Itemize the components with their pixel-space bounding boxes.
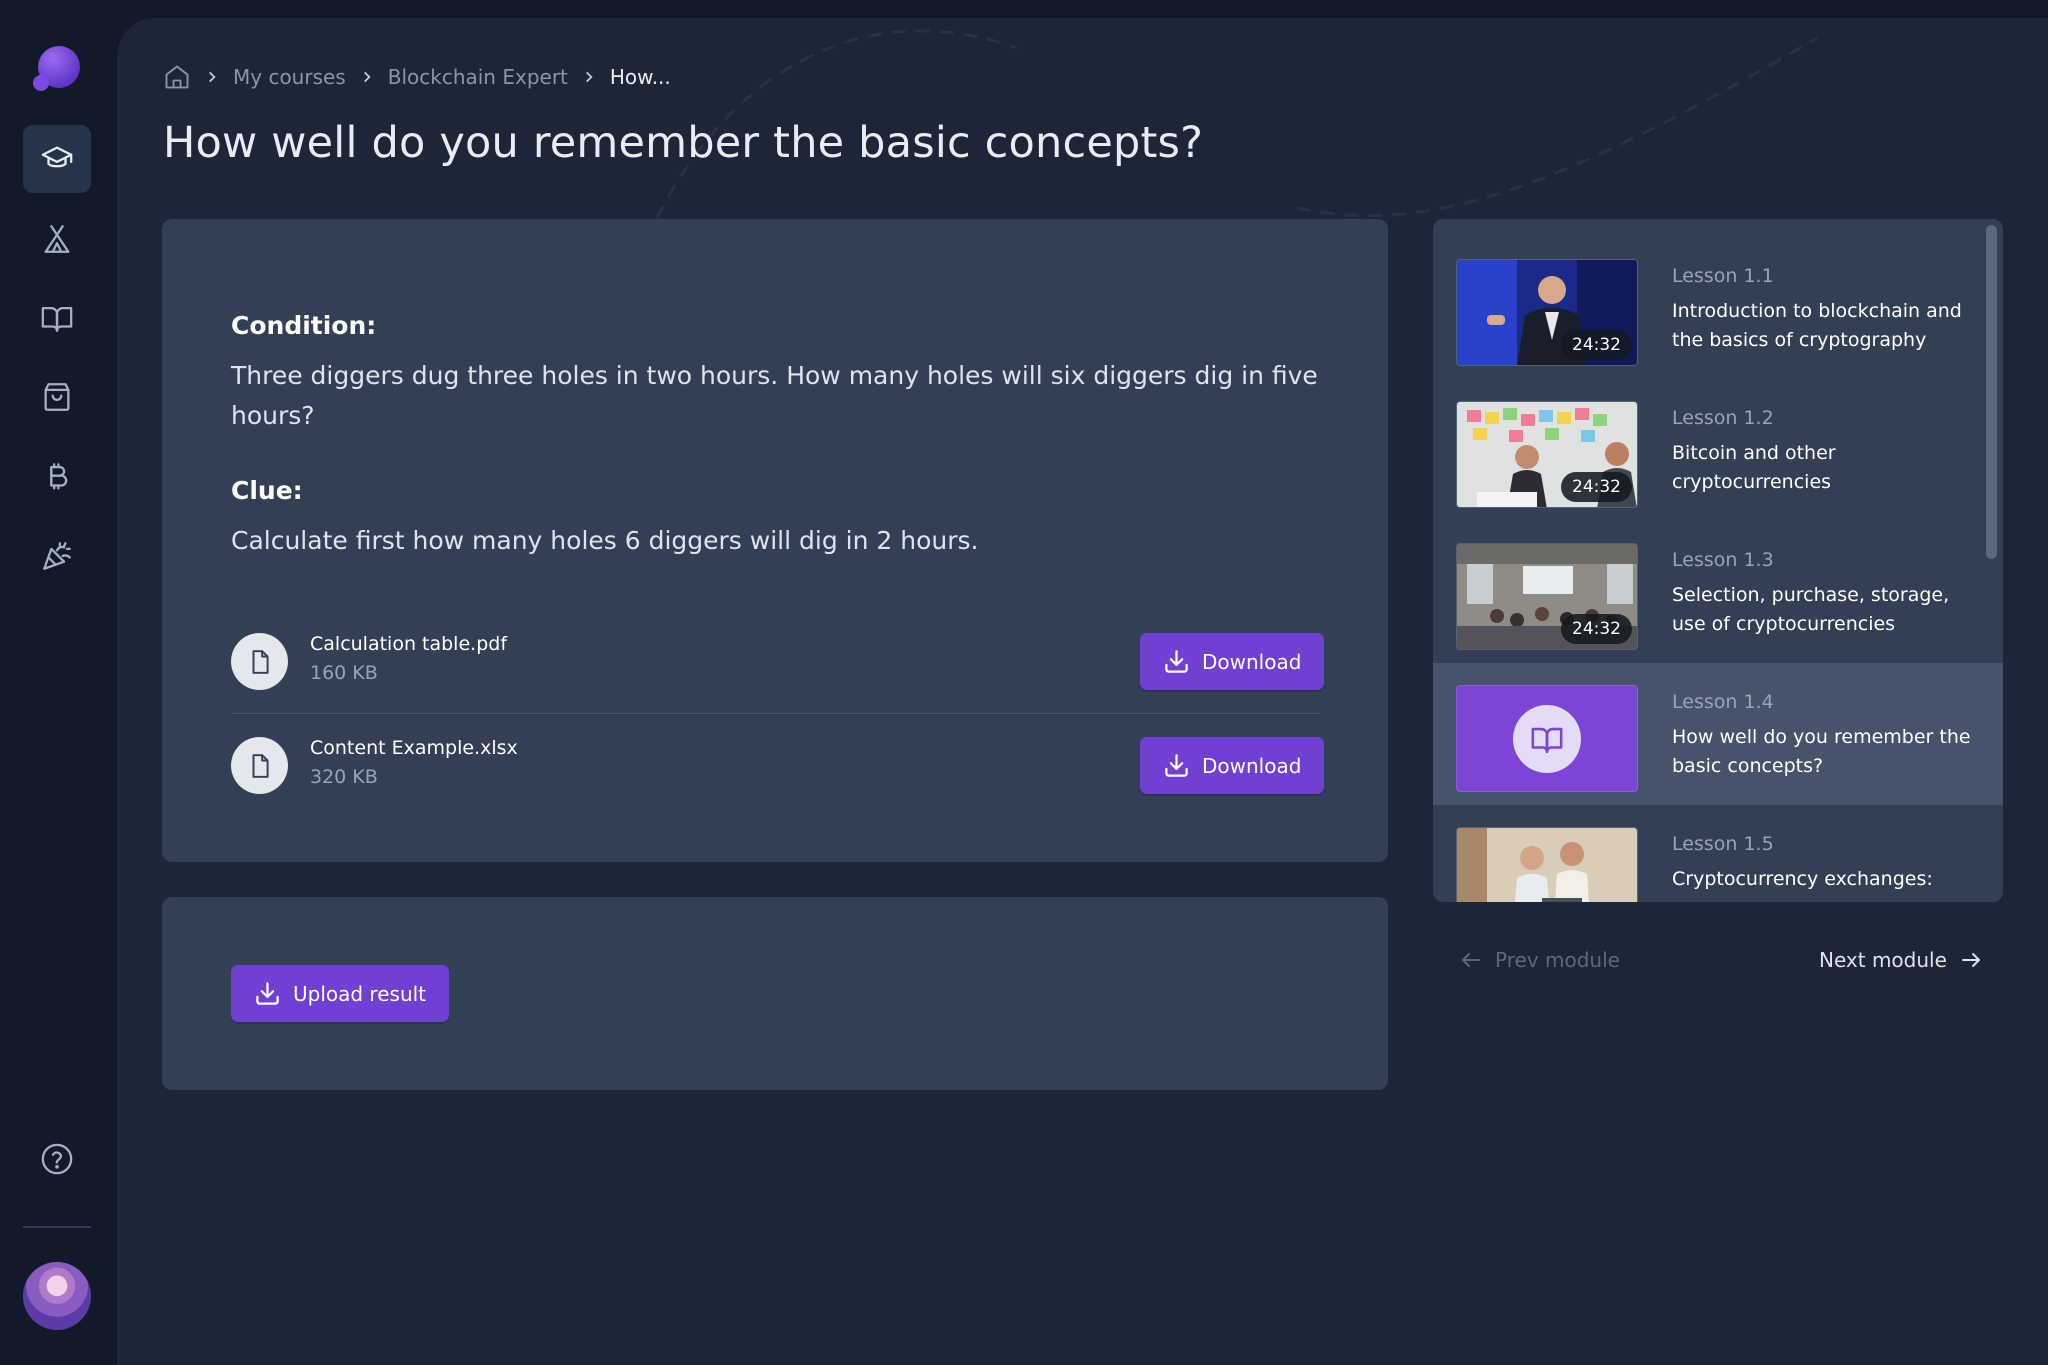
lesson-thumbnail: 24:32	[1456, 401, 1638, 508]
file-size: 160 KB	[310, 662, 378, 684]
book-icon	[1513, 704, 1581, 773]
condition-label: Condition:	[231, 311, 377, 340]
document-icon	[231, 737, 288, 794]
graduation-cap-icon	[41, 146, 73, 168]
lesson-item[interactable]: 24:32 Lesson 1.2 Bitcoin and other crypt…	[1433, 379, 2003, 521]
home-icon[interactable]	[163, 63, 191, 91]
nav-courses[interactable]	[23, 125, 91, 193]
camp-icon	[44, 225, 70, 253]
app-logo[interactable]	[32, 44, 82, 94]
lesson-item[interactable]: 24:32 Lesson 1.1 Introduction to blockch…	[1433, 237, 2003, 379]
prev-module-button[interactable]: Prev module	[1459, 948, 1620, 972]
sidebar	[0, 0, 117, 1365]
next-module-label: Next module	[1819, 948, 1947, 972]
nav-camp[interactable]	[23, 205, 91, 273]
book-icon	[41, 306, 73, 332]
lesson-thumbnail	[1456, 827, 1638, 902]
file-name: Calculation table.pdf	[310, 633, 508, 655]
nav-events[interactable]	[23, 522, 91, 590]
file-size: 320 KB	[310, 766, 378, 788]
duration-badge: 24:32	[1561, 330, 1632, 360]
lesson-number: Lesson 1.4	[1672, 691, 1774, 713]
page-title: How well do you remember the basic conce…	[163, 118, 1204, 168]
bitcoin-icon	[50, 463, 68, 490]
chevron-right-icon	[363, 71, 371, 83]
user-avatar[interactable]	[23, 1262, 91, 1330]
download-button[interactable]: Download	[1140, 633, 1325, 690]
help-icon	[41, 1143, 73, 1175]
nav-help[interactable]	[23, 1125, 91, 1193]
lesson-item[interactable]: Lesson 1.5 Cryptocurrency exchanges:	[1433, 805, 2003, 902]
clue-label: Clue:	[231, 476, 303, 505]
duration-badge: 24:32	[1561, 614, 1632, 644]
party-popper-icon	[43, 542, 71, 570]
nav-crypto[interactable]	[23, 443, 91, 511]
breadcrumb-my-courses[interactable]: My courses	[233, 65, 346, 89]
lesson-title: Cryptocurrency exchanges:	[1672, 868, 1933, 890]
document-icon	[231, 633, 288, 690]
lesson-item[interactable]: 24:32 Lesson 1.3 Selection, purchase, st…	[1433, 521, 2003, 663]
lesson-thumbnail	[1456, 685, 1638, 792]
lesson-title: Bitcoin and other cryptocurrencies	[1672, 442, 1836, 493]
lesson-number: Lesson 1.5	[1672, 833, 1774, 855]
lesson-number: Lesson 1.3	[1672, 549, 1774, 571]
lesson-title: Introduction to blockchain and the basic…	[1672, 300, 1962, 351]
download-icon	[1165, 650, 1188, 673]
lesson-number: Lesson 1.2	[1672, 407, 1774, 429]
lesson-number: Lesson 1.1	[1672, 265, 1774, 287]
lesson-thumbnail: 24:32	[1456, 259, 1638, 366]
sidebar-divider	[23, 1226, 91, 1228]
lesson-thumbnail: 24:32	[1456, 543, 1638, 650]
breadcrumb: My courses Blockchain Expert How...	[163, 60, 671, 94]
app-window: My courses Blockchain Expert How... How …	[0, 0, 2048, 1365]
breadcrumb-current: How...	[609, 65, 671, 89]
nav-library[interactable]	[23, 284, 91, 352]
arrow-left-icon	[1462, 953, 1480, 967]
shopping-bag-icon	[44, 383, 70, 411]
chevron-right-icon	[585, 71, 593, 83]
lesson-item-active[interactable]: Lesson 1.4 How well do you remember the …	[1433, 663, 2003, 805]
prev-module-label: Prev module	[1495, 948, 1620, 972]
download-button-label: Download	[1202, 649, 1302, 674]
file-row: Calculation table.pdf 160 KB Download	[231, 633, 1325, 691]
file-name: Content Example.xlsx	[310, 737, 518, 759]
duration-badge: 24:32	[1561, 472, 1632, 502]
lesson-title: How well do you remember the basic conce…	[1672, 726, 1971, 777]
file-row: Content Example.xlsx 320 KB Download	[231, 737, 1325, 795]
lesson-list: 24:32 Lesson 1.1 Introduction to blockch…	[1433, 219, 2003, 902]
download-icon	[1165, 754, 1188, 777]
arrow-right-icon	[1961, 953, 1980, 967]
upload-icon	[256, 982, 279, 1005]
download-button[interactable]: Download	[1140, 737, 1325, 794]
download-button-label: Download	[1202, 753, 1302, 778]
divider	[231, 713, 1321, 714]
next-module-button[interactable]: Next module	[1819, 948, 1983, 972]
breadcrumb-course[interactable]: Blockchain Expert	[388, 65, 568, 89]
lesson-title: Selection, purchase, storage, use of cry…	[1672, 584, 1950, 635]
condition-text: Three diggers dug three holes in two hou…	[231, 361, 1318, 430]
upload-result-button[interactable]: Upload result	[231, 965, 450, 1022]
upload-card: Upload result	[162, 897, 1388, 1090]
main-panel: My courses Blockchain Expert How... How …	[117, 18, 2048, 1365]
chevron-right-icon	[209, 71, 216, 83]
upload-button-label: Upload result	[293, 981, 427, 1006]
nav-shop[interactable]	[23, 363, 91, 431]
clue-text: Calculate first how many holes 6 diggers…	[231, 526, 979, 555]
task-card: Condition: Three diggers dug three holes…	[162, 219, 1388, 862]
